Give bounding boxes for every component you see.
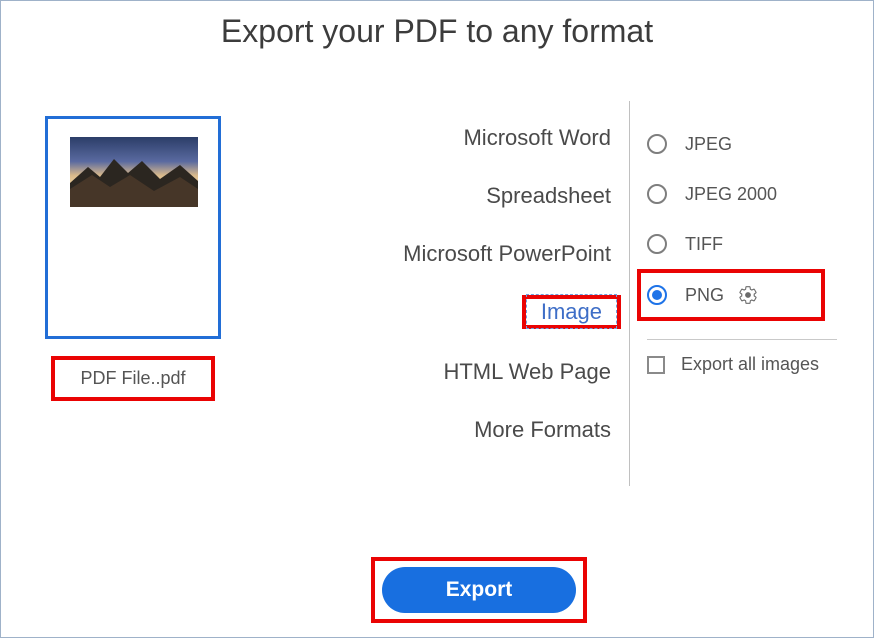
export-button-highlight: Export — [371, 557, 587, 623]
radio-icon — [647, 285, 667, 305]
checkbox-label: Export all images — [681, 354, 819, 375]
format-microsoft-powerpoint[interactable]: Microsoft PowerPoint — [271, 225, 621, 283]
format-more-formats[interactable]: More Formats — [271, 401, 621, 459]
radio-icon — [647, 184, 667, 204]
format-list: Microsoft Word Spreadsheet Microsoft Pow… — [271, 109, 621, 459]
format-html-web-page[interactable]: HTML Web Page — [271, 343, 621, 401]
radio-jpeg-2000[interactable]: JPEG 2000 — [647, 169, 857, 219]
preview-filename-highlight: PDF File..pdf — [51, 356, 215, 401]
radio-label: PNG — [685, 285, 724, 306]
gear-icon[interactable] — [738, 285, 758, 305]
vertical-divider — [629, 101, 630, 486]
pdf-preview-thumbnail[interactable] — [45, 116, 221, 339]
page-title: Export your PDF to any format — [1, 1, 873, 50]
format-spreadsheet[interactable]: Spreadsheet — [271, 167, 621, 225]
radio-jpeg[interactable]: JPEG — [647, 119, 857, 169]
preview-filename: PDF File..pdf — [80, 368, 185, 389]
suboption-divider — [647, 339, 837, 340]
checkbox-icon — [647, 356, 665, 374]
radio-label: JPEG 2000 — [685, 184, 777, 205]
format-microsoft-word[interactable]: Microsoft Word — [271, 109, 621, 167]
image-suboptions: JPEG JPEG 2000 TIFF PNG Export all image… — [647, 119, 857, 375]
radio-tiff[interactable]: TIFF — [647, 219, 857, 269]
radio-icon — [647, 134, 667, 154]
radio-png-highlight: PNG — [637, 269, 825, 321]
radio-label: TIFF — [685, 234, 723, 255]
radio-png[interactable]: PNG — [647, 285, 758, 306]
export-button[interactable]: Export — [382, 567, 576, 613]
format-image-label: Image — [526, 294, 617, 329]
format-image[interactable]: Image — [271, 283, 621, 343]
radio-label: JPEG — [685, 134, 732, 155]
radio-icon — [647, 234, 667, 254]
checkbox-export-all-images[interactable]: Export all images — [647, 354, 857, 375]
preview-image — [70, 137, 198, 207]
format-image-highlight: Image — [522, 295, 621, 329]
